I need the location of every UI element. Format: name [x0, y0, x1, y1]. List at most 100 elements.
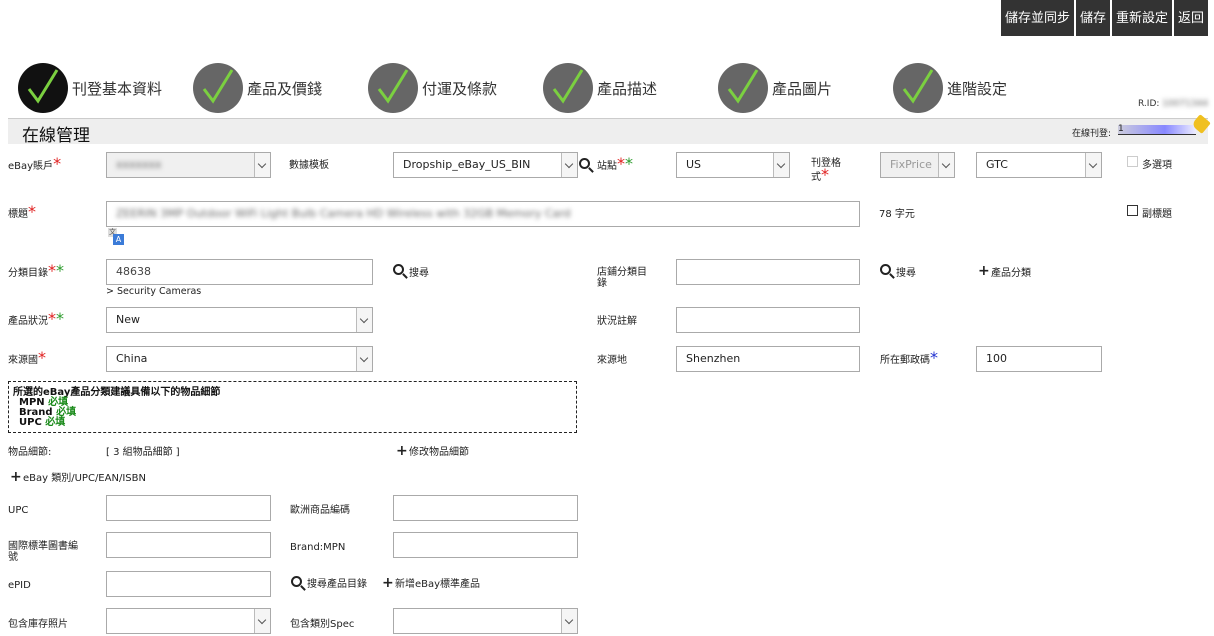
duration-select[interactable]: GTC	[976, 152, 1102, 178]
step-images[interactable]: 產品圖片	[718, 63, 832, 113]
check-icon	[193, 63, 243, 113]
search-icon[interactable]	[393, 264, 404, 275]
step-advanced[interactable]: 進階設定	[893, 63, 1007, 113]
specific-item: MPN 必填	[19, 397, 69, 408]
step-shipping[interactable]: 付運及條款	[368, 63, 497, 113]
multi-option-label: 多選項	[1142, 160, 1172, 171]
plus-icon[interactable]: +	[10, 470, 22, 484]
condition-label: 產品狀況	[8, 316, 48, 327]
plus-icon[interactable]: +	[382, 576, 394, 590]
check-icon	[718, 63, 768, 113]
location-input[interactable]: Shenzhen	[676, 346, 860, 372]
step-label: 產品及價錢	[247, 79, 323, 98]
isbn-label: 國際標準圖書編號	[8, 541, 78, 563]
epid-input[interactable]	[106, 571, 271, 597]
include-spec-select[interactable]	[393, 608, 578, 634]
multi-option-checkbox[interactable]	[1127, 156, 1138, 167]
online-label: 在線刊登:	[1072, 129, 1112, 139]
format-select[interactable]: FixPrice	[880, 152, 955, 178]
chevron-down-icon	[356, 308, 372, 332]
ebay-upc-toggle[interactable]: eBay 類別/UPC/EAN/ISBN	[23, 473, 146, 484]
location-label: 來源地	[597, 355, 627, 366]
check-icon	[18, 63, 68, 113]
section-header: 在線管理 在線刊登: 1	[8, 114, 1211, 146]
include-spec-label: 包含類別Spec	[290, 619, 355, 630]
edit-specifics-link[interactable]: 修改物品細節	[409, 447, 469, 458]
chevron-down-icon	[1085, 153, 1101, 177]
category-path: > Security Cameras	[106, 286, 202, 297]
search-icon[interactable]	[291, 576, 302, 587]
save-button[interactable]: 儲存	[1075, 0, 1110, 36]
plus-icon[interactable]: +	[978, 264, 990, 278]
plus-icon[interactable]: +	[396, 444, 408, 458]
upc-input[interactable]	[106, 495, 271, 521]
ean-input[interactable]	[393, 495, 578, 521]
template-select[interactable]: Dropship_eBay_US_BIN	[393, 152, 578, 178]
ebay-account-select[interactable]: xxxxxxx	[106, 152, 271, 178]
step-product-price[interactable]: 產品及價錢	[193, 63, 322, 113]
condition-select[interactable]: New	[106, 307, 373, 333]
step-label: 付運及條款	[422, 79, 498, 98]
category-input[interactable]: 48638	[106, 259, 373, 285]
specific-item: Brand 必填	[19, 407, 77, 418]
recommended-specifics-box: 所選的eBay產品分類建議具備以下的物品細節 MPN 必填 Brand 必填 U…	[8, 381, 577, 433]
reset-button[interactable]: 重新設定	[1111, 0, 1172, 36]
record-id: R.ID: 10071344	[1138, 99, 1209, 109]
store-category-input[interactable]	[676, 259, 860, 285]
check-icon	[368, 63, 418, 113]
country-select[interactable]: China	[106, 346, 373, 372]
step-label: 進階設定	[947, 79, 1008, 98]
add-standard-product-link[interactable]: 新增eBay標準產品	[395, 579, 480, 590]
chevron-down-icon	[773, 153, 789, 177]
save-sync-button[interactable]: 儲存並同步	[1000, 0, 1074, 36]
step-label: 產品描述	[597, 79, 658, 98]
step-description[interactable]: 產品描述	[543, 63, 657, 113]
item-specifics-label: 物品細節:	[8, 447, 52, 458]
specifics-heading: 所選的eBay產品分類建議具備以下的物品細節	[13, 387, 221, 398]
template-label: 數據模板	[289, 160, 329, 171]
search-icon[interactable]	[880, 264, 891, 275]
chevron-down-icon	[938, 153, 954, 177]
brand-mpn-input[interactable]	[393, 532, 578, 558]
step-basic-info[interactable]: 刊登基本資料	[18, 63, 162, 113]
translate-icon[interactable]: 文 A	[108, 228, 124, 245]
online-listing-link[interactable]: 1	[1118, 125, 1196, 135]
epid-label: ePID	[8, 580, 31, 591]
back-button[interactable]: 返回	[1173, 0, 1208, 36]
site-select[interactable]: US	[676, 152, 790, 178]
include-photos-label: 包含庫存照片	[8, 619, 68, 630]
section-title: 在線管理	[22, 126, 90, 146]
country-label: 來源國	[8, 355, 38, 366]
chevron-down-icon	[254, 609, 270, 633]
item-specifics-count: [ 3 組物品細節 ]	[106, 447, 180, 458]
search-icon[interactable]	[579, 158, 590, 169]
subtitle-checkbox[interactable]	[1127, 205, 1138, 216]
char-count: 78 字元	[879, 209, 915, 220]
condition-note-input[interactable]	[676, 307, 860, 333]
chevron-down-icon	[356, 347, 372, 371]
postcode-label: 所在郵政碼	[880, 355, 930, 366]
ean-label: 歐洲商品編碼	[290, 505, 350, 516]
specific-item: UPC 必填	[19, 417, 66, 428]
ebay-account-label: eBay賬戶	[8, 161, 54, 172]
add-category-link[interactable]: 產品分類	[991, 268, 1031, 279]
isbn-input[interactable]	[106, 532, 271, 558]
store-category-label: 店鋪分類目錄	[597, 267, 647, 289]
condition-note-label: 狀況註解	[597, 316, 637, 327]
check-icon	[893, 63, 943, 113]
step-label: 刊登基本資料	[72, 79, 163, 98]
include-photos-select[interactable]	[106, 608, 271, 634]
chevron-down-icon	[254, 153, 270, 177]
subtitle-label: 副標題	[1142, 209, 1172, 220]
category-search-link[interactable]: 搜尋	[409, 268, 429, 279]
postcode-input[interactable]: 100	[976, 346, 1102, 372]
site-label: 站點	[597, 161, 617, 172]
search-catalog-link[interactable]: 搜尋產品目錄	[307, 579, 367, 590]
title-label: 標題	[8, 209, 28, 220]
top-toolbar: 儲存並同步 儲存 重新設定 返回	[1000, 0, 1208, 36]
chevron-down-icon	[561, 609, 577, 633]
chevron-down-icon	[561, 153, 577, 177]
check-icon	[543, 63, 593, 113]
title-input[interactable]: ZEERIN 3MP Outdoor WiFi Light Bulb Camer…	[106, 201, 860, 227]
store-search-link[interactable]: 搜尋	[896, 268, 916, 279]
